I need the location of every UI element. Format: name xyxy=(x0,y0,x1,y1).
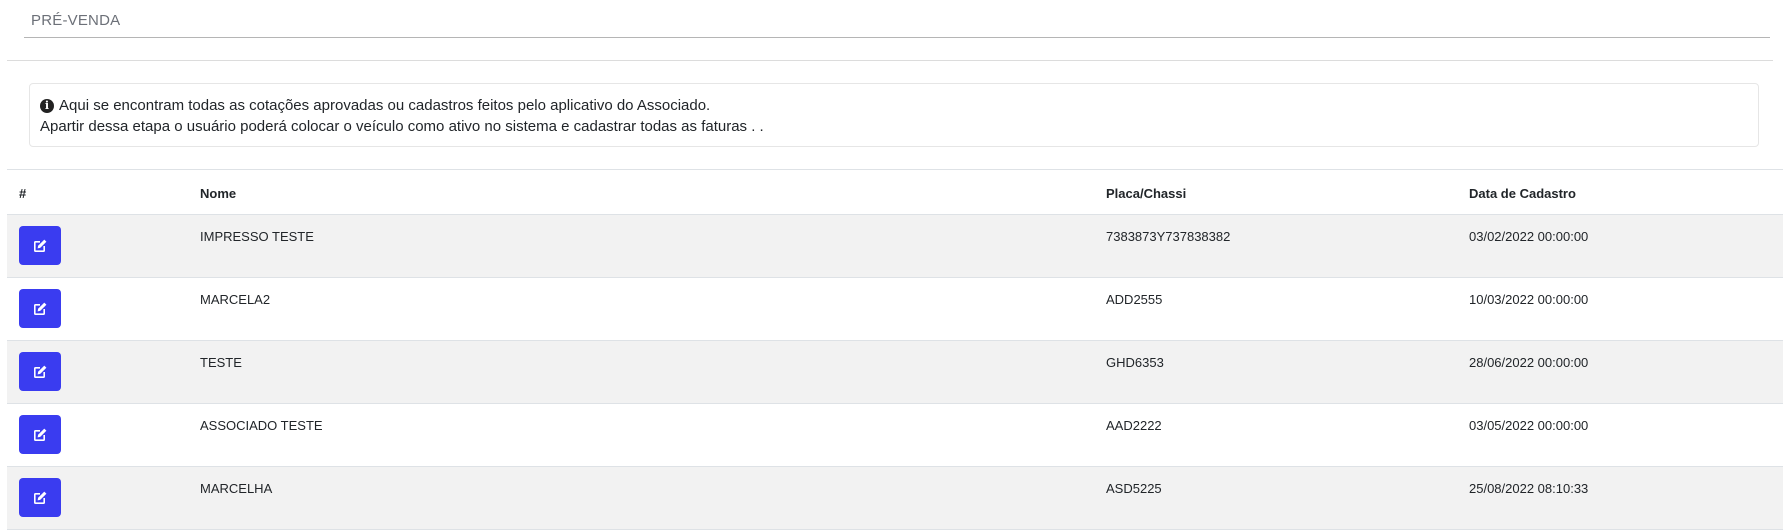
column-header-data: Data de Cadastro xyxy=(1469,186,1576,201)
cell-data: 03/02/2022 00:00:00 xyxy=(1469,229,1589,244)
page-header: PRÉ-VENDA xyxy=(7,0,1773,61)
info-text-1: Aqui se encontram todas as cotações apro… xyxy=(59,97,711,114)
cell-nome: MARCELA2 xyxy=(200,292,271,307)
table-row: ASSOCIADO TESTE AAD2222 03/05/2022 00:00:0… xyxy=(7,404,1783,467)
column-header-nome: Nome xyxy=(200,186,237,201)
table-body: IMPRESSO TESTE 7383873Y737838382 03/02/202… xyxy=(7,215,1783,530)
cell-placa: ASD5225 xyxy=(1106,481,1162,496)
edit-button[interactable] xyxy=(19,352,61,391)
cell-placa: 7383873Y737838382 xyxy=(1106,229,1231,244)
table-header: # Nome Placa/Chassi Data de Cadastro xyxy=(7,170,1783,215)
cell-data: 10/03/2022 00:00:00 xyxy=(1469,292,1589,307)
info-line-1: i Aqui se encontram todas as cotações ap… xyxy=(40,97,710,114)
pre-sale-table: # Nome Placa/Chassi Data de Cadastro IMP… xyxy=(7,169,1783,530)
cell-nome: MARCELHA xyxy=(200,481,273,496)
info-circle-icon: i xyxy=(40,98,54,113)
table-row: MARCELHA ASD5225 25/08/2022 08:10:33 xyxy=(7,467,1783,530)
cell-data: 03/05/2022 00:00:00 xyxy=(1469,418,1589,433)
cell-placa: AAD2222 xyxy=(1106,418,1162,433)
edit-icon xyxy=(32,301,48,317)
edit-button[interactable] xyxy=(19,226,61,265)
cell-data: 28/06/2022 00:00:00 xyxy=(1469,355,1589,370)
column-header-placa: Placa/Chassi xyxy=(1106,186,1187,201)
cell-nome: TESTE xyxy=(200,355,242,370)
cell-nome: IMPRESSO TESTE xyxy=(200,229,314,244)
info-alert: i Aqui se encontram todas as cotações ap… xyxy=(29,83,1759,147)
info-text-2: Apartir dessa etapa o usuário poderá col… xyxy=(40,118,764,135)
table-row: MARCELA2 ADD2555 10/03/2022 00:00:00 xyxy=(7,278,1783,341)
edit-button[interactable] xyxy=(19,415,61,454)
edit-icon xyxy=(32,238,48,254)
table-row: TESTE GHD6353 28/06/2022 00:00:00 xyxy=(7,341,1783,404)
column-header-index: # xyxy=(19,186,27,201)
edit-icon xyxy=(32,427,48,443)
cell-data: 25/08/2022 08:10:33 xyxy=(1469,481,1589,496)
cell-placa: ADD2555 xyxy=(1106,292,1163,307)
cell-nome: ASSOCIADO TESTE xyxy=(200,418,323,433)
edit-icon xyxy=(32,490,48,506)
table-row: IMPRESSO TESTE 7383873Y737838382 03/02/202… xyxy=(7,215,1783,278)
edit-icon xyxy=(32,364,48,380)
page-title: PRÉ-VENDA xyxy=(31,12,121,29)
cell-placa: GHD6353 xyxy=(1106,355,1164,370)
page-title-underline: PRÉ-VENDA xyxy=(24,10,1770,38)
edit-button[interactable] xyxy=(19,478,61,517)
edit-button[interactable] xyxy=(19,289,61,328)
